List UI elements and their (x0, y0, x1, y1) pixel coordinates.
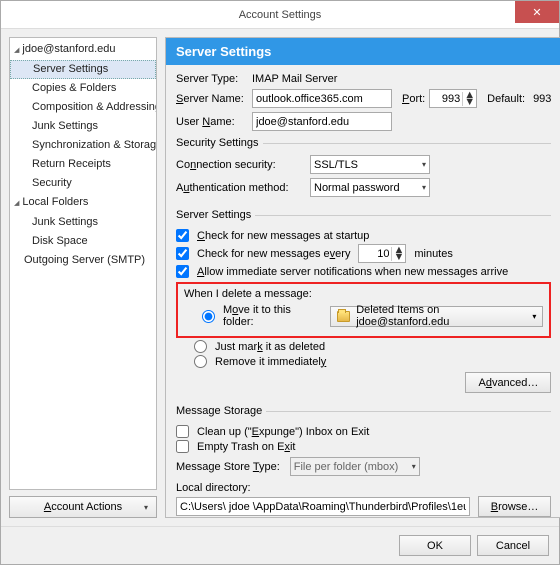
chevron-down-icon: ▾ (532, 312, 536, 321)
main-panel: Server Settings Server Type: IMAP Mail S… (165, 37, 560, 518)
folder-icon (337, 311, 350, 322)
tree-local-folders-root[interactable]: Local Folders (10, 193, 156, 213)
tree-item-lf-junk[interactable]: Junk Settings (10, 213, 156, 232)
delete-remove-label: Remove it immediately (215, 356, 326, 368)
check-every-checkbox[interactable] (176, 247, 189, 260)
store-type-label: Message Store Type: (176, 461, 280, 473)
chevron-down-icon: ▾ (408, 462, 416, 471)
tree-item-composition[interactable]: Composition & Addressing (10, 98, 156, 117)
server-type-label: Server Type: (176, 73, 248, 85)
spinner-arrows-icon[interactable]: ▲▼ (462, 92, 476, 106)
connection-security-select[interactable]: SSL/TLS▾ (310, 155, 430, 174)
account-actions-button[interactable]: Account Actions ▾ (9, 496, 157, 518)
local-directory-label: Local directory: (176, 482, 551, 494)
delete-mark-label: Just mark it as deleted (215, 341, 325, 353)
account-actions-label: Account Actions (44, 501, 122, 513)
server-settings-legend: Server Settings (176, 209, 255, 221)
check-every-label-post: minutes (414, 248, 453, 260)
advanced-button[interactable]: Advanced… (465, 372, 551, 393)
delete-remove-radio[interactable] (194, 355, 207, 368)
check-startup-checkbox[interactable] (176, 229, 189, 242)
user-name-label: User Name: (176, 116, 248, 128)
delete-message-legend: When I delete a message: (184, 288, 543, 300)
tree-item-copies-folders[interactable]: Copies & Folders (10, 79, 156, 98)
caret-down-icon: ▾ (144, 503, 148, 512)
browse-button[interactable]: Browse… (478, 496, 552, 517)
server-type-value: IMAP Mail Server (252, 73, 337, 85)
port-label: Port: (402, 93, 425, 105)
cancel-button[interactable]: Cancel (477, 535, 549, 556)
tree-item-return-receipts[interactable]: Return Receipts (10, 155, 156, 174)
cleanup-inbox-checkbox[interactable] (176, 425, 189, 438)
empty-trash-label: Empty Trash on Exit (197, 441, 295, 453)
empty-trash-checkbox[interactable] (176, 440, 189, 453)
tree-item-lf-disk[interactable]: Disk Space (10, 232, 156, 251)
chevron-down-icon: ▾ (418, 160, 426, 169)
titlebar: Account Settings ✕ (1, 1, 559, 29)
port-spinner[interactable]: ▲▼ (429, 89, 477, 108)
auth-method-label: Authentication method: (176, 182, 306, 194)
tree-account-root[interactable]: jdoe@stanford.edu (10, 40, 156, 60)
connection-security-label: Connection security: (176, 159, 306, 171)
store-type-select: File per folder (mbox)▾ (290, 457, 420, 476)
tree-item-junk[interactable]: Junk Settings (10, 117, 156, 136)
delete-move-radio[interactable] (202, 310, 215, 323)
auth-method-select[interactable]: Normal password▾ (310, 178, 430, 197)
message-storage-legend: Message Storage (176, 405, 266, 417)
default-port-value: 993 (533, 93, 551, 105)
account-settings-dialog: Account Settings ✕ jdoe@stanford.edu Ser… (0, 0, 560, 565)
tree-item-sync-storage[interactable]: Synchronization & Storage (10, 136, 156, 155)
default-port-label: Default: (487, 93, 525, 105)
port-input[interactable] (430, 90, 462, 107)
cleanup-inbox-label: Clean up ("Expunge") Inbox on Exit (197, 426, 369, 438)
user-name-input[interactable] (252, 112, 392, 131)
message-storage-group: Message Storage Clean up ("Expunge") Inb… (176, 405, 551, 518)
local-directory-input[interactable] (176, 497, 470, 516)
allow-notifications-checkbox[interactable] (176, 265, 189, 278)
check-every-label-pre: Check for new messages every (197, 248, 350, 260)
tree-item-outgoing-smtp[interactable]: Outgoing Server (SMTP) (10, 251, 156, 270)
check-startup-label: Check for new messages at startup (197, 230, 369, 242)
server-settings-group: Server Settings Check for new messages a… (176, 209, 551, 399)
tree-item-server-settings[interactable]: Server Settings (10, 60, 156, 79)
ok-button[interactable]: OK (399, 535, 471, 556)
check-every-input[interactable] (359, 245, 391, 262)
server-name-label: Server Name: (176, 93, 248, 105)
account-tree[interactable]: jdoe@stanford.edu Server Settings Copies… (9, 37, 157, 490)
delete-mark-radio[interactable] (194, 340, 207, 353)
delete-folder-value: Deleted Items on jdoe@stanford.edu (356, 304, 526, 328)
server-name-input[interactable] (252, 89, 392, 108)
sidebar: jdoe@stanford.edu Server Settings Copies… (9, 37, 157, 518)
dialog-footer: OK Cancel (1, 526, 559, 564)
delete-message-highlight: When I delete a message: Move it to this… (176, 282, 551, 338)
tree-item-security[interactable]: Security (10, 174, 156, 193)
security-legend: Security Settings (176, 137, 263, 149)
check-every-spinner[interactable]: ▲▼ (358, 244, 406, 263)
close-icon: ✕ (532, 6, 541, 19)
delete-move-label: Move it to this folder: (223, 304, 320, 328)
delete-folder-select[interactable]: Deleted Items on jdoe@stanford.edu ▾ (330, 306, 544, 327)
security-settings-group: Security Settings Connection security: S… (176, 137, 551, 203)
panel-header: Server Settings (166, 38, 560, 65)
window-title: Account Settings (239, 9, 322, 21)
close-button[interactable]: ✕ (515, 1, 559, 23)
allow-notifications-label: Allow immediate server notifications whe… (197, 266, 508, 278)
chevron-down-icon: ▾ (418, 183, 426, 192)
spinner-arrows-icon[interactable]: ▲▼ (391, 247, 405, 261)
